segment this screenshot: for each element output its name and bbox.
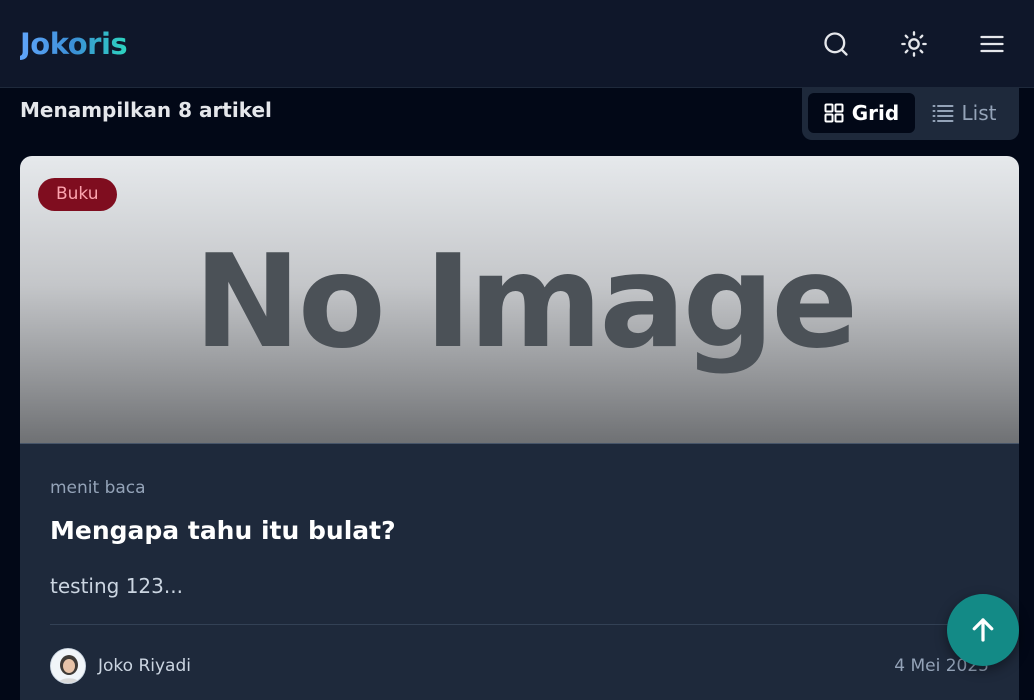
article-meta: Joko Riyadi 4 Mei 2025: [50, 648, 989, 684]
back-to-top-button[interactable]: [947, 594, 1019, 666]
view-toggle: Grid List: [802, 87, 1019, 140]
site-header: Jokoris: [0, 0, 1034, 88]
arrow-up-icon: [972, 618, 994, 642]
read-time: menit baca: [50, 478, 146, 498]
article-excerpt: testing 123...: [50, 574, 183, 598]
category-badge[interactable]: Buku: [38, 178, 117, 211]
menu-icon: [980, 35, 1004, 52]
card-divider: [50, 624, 989, 625]
sun-icon: [901, 30, 927, 57]
search-button[interactable]: [816, 24, 856, 64]
author-info[interactable]: Joko Riyadi: [50, 648, 191, 684]
grid-view-label: Grid: [851, 101, 900, 125]
search-icon: [824, 31, 848, 56]
header-actions: [816, 24, 1012, 64]
no-image-text: No Image: [193, 228, 858, 377]
list-icon: [932, 105, 954, 122]
theme-toggle-button[interactable]: [894, 24, 934, 64]
article-card[interactable]: No Image Buku menit baca Mengapa tahu it…: [20, 156, 1019, 700]
author-name: Joko Riyadi: [98, 656, 191, 676]
site-logo[interactable]: Jokoris: [20, 27, 128, 61]
list-view-button[interactable]: List: [915, 93, 1013, 133]
article-image-placeholder[interactable]: No Image: [20, 156, 1019, 444]
article-count: Menampilkan 8 artikel: [20, 98, 272, 122]
avatar-portrait-icon: [51, 649, 85, 683]
list-view-label: List: [961, 101, 997, 125]
grid-view-button[interactable]: Grid: [808, 93, 915, 133]
grid-icon: [824, 103, 844, 123]
menu-button[interactable]: [972, 24, 1012, 64]
avatar: [50, 648, 86, 684]
article-title[interactable]: Mengapa tahu itu bulat?: [50, 516, 396, 545]
